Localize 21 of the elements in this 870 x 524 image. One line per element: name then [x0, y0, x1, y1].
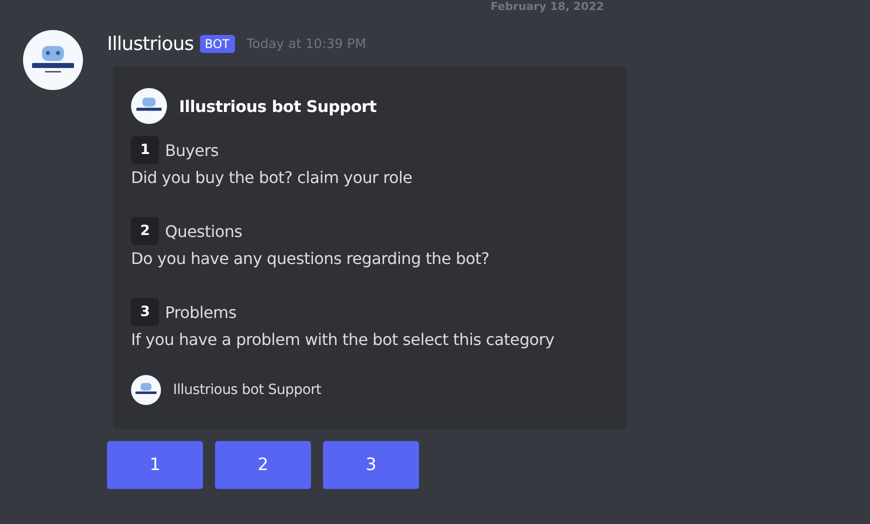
bot-avatar-icon[interactable] — [23, 30, 83, 90]
field-title: Questions — [165, 220, 242, 242]
option-button[interactable]: 2 — [215, 441, 311, 489]
bot-tag: BOT — [200, 35, 235, 53]
footer-icon — [131, 375, 161, 405]
field-text: If you have a problem with the bot select this category — [131, 329, 556, 351]
field-text: Do you have any questions regarding the bot? — [131, 248, 490, 270]
keycap-icon: 3 — [131, 298, 159, 326]
keycap-icon: 1 — [131, 136, 159, 164]
option-button[interactable]: 3 — [323, 441, 419, 489]
date-divider: February 18, 2022 — [490, 0, 604, 13]
option-button[interactable]: 1 — [107, 441, 203, 489]
embed-author: Illustrious bot Support — [179, 96, 376, 116]
field-title: Problems — [165, 302, 236, 324]
author-name[interactable]: Illustrious — [107, 33, 194, 55]
field-title: Buyers — [165, 140, 219, 162]
keycap-icon: 2 — [131, 217, 159, 245]
embed-author-icon — [131, 88, 167, 124]
footer-text: Illustrious bot Support — [173, 382, 322, 398]
field-text: Did you buy the bot? claim your role — [131, 167, 414, 189]
timestamp: Today at 10:39 PM — [246, 36, 366, 52]
